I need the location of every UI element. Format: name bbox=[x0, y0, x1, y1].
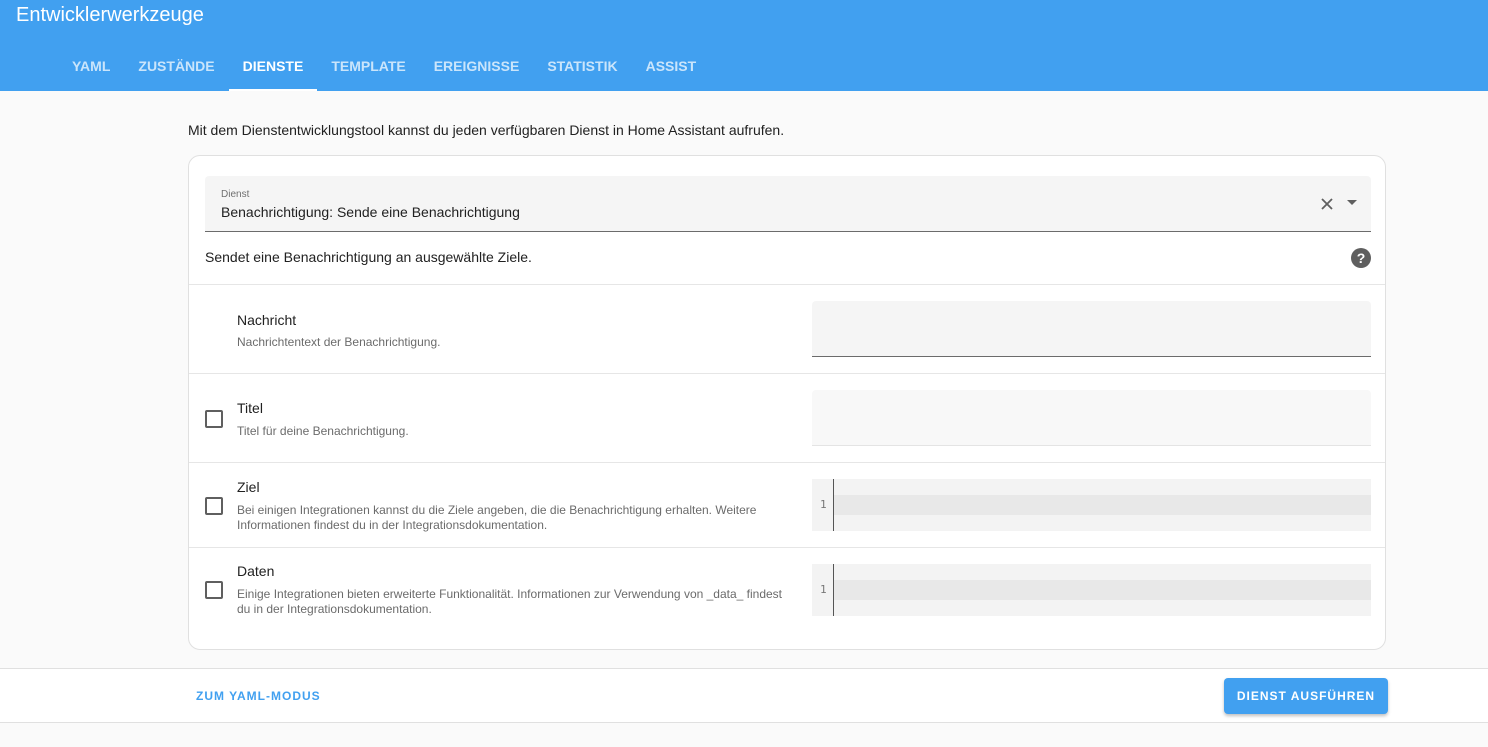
editor-gutter: 1 bbox=[812, 479, 834, 531]
tab-services[interactable]: DIENSTE bbox=[228, 43, 318, 91]
message-input[interactable] bbox=[812, 301, 1371, 357]
tab-bar: YAML ZUSTÄNDE DIENSTE TEMPLATE EREIGNISS… bbox=[58, 43, 710, 91]
service-card: Dienst Benachrichtigung: Sende eine Bena… bbox=[188, 155, 1386, 650]
target-checkbox[interactable] bbox=[205, 497, 223, 515]
line-number: 1 bbox=[820, 498, 827, 511]
tab-template[interactable]: TEMPLATE bbox=[317, 43, 419, 91]
field-title: Titel bbox=[237, 400, 263, 416]
field-description: Einige Integrationen bieten erweiterte F… bbox=[237, 587, 783, 616]
intro-text: Mit dem Dienstentwicklungstool kannst du… bbox=[188, 122, 785, 138]
card-actions: ZUM YAML-MODUS DIENST AUSFÜHREN bbox=[0, 668, 1488, 723]
tab-yaml[interactable]: YAML bbox=[58, 43, 124, 91]
title-input[interactable] bbox=[812, 390, 1371, 446]
field-description: Bei einigen Integrationen kannst du die … bbox=[237, 503, 757, 532]
page-title: Entwicklerwerkzeuge bbox=[16, 4, 204, 26]
tab-events[interactable]: EREIGNISSE bbox=[420, 43, 534, 91]
active-line bbox=[834, 495, 1371, 515]
data-code-editor[interactable]: 1 bbox=[812, 564, 1371, 616]
service-select-value: Benachrichtigung: Sende eine Benachricht… bbox=[221, 204, 520, 220]
tab-assist[interactable]: ASSIST bbox=[632, 43, 711, 91]
data-checkbox[interactable] bbox=[205, 581, 223, 599]
field-row-target: Ziel Bei einigen Integrationen kannst du… bbox=[189, 462, 1385, 547]
service-select-label: Dienst bbox=[221, 189, 250, 200]
field-title: Ziel bbox=[237, 479, 260, 495]
field-row-message: Nachricht Nachrichtentext der Benachrich… bbox=[189, 284, 1385, 373]
service-select[interactable]: Dienst Benachrichtigung: Sende eine Bena… bbox=[205, 176, 1371, 232]
target-code-editor[interactable]: 1 bbox=[812, 479, 1371, 531]
chevron-down-icon[interactable] bbox=[1347, 200, 1357, 205]
tab-states[interactable]: ZUSTÄNDE bbox=[124, 43, 228, 91]
active-line bbox=[834, 580, 1371, 600]
editor-gutter: 1 bbox=[812, 564, 834, 616]
run-service-button[interactable]: DIENST AUSFÜHREN bbox=[1224, 678, 1388, 714]
title-checkbox[interactable] bbox=[205, 410, 223, 428]
field-row-title: Titel Titel für deine Benachrichtigung. bbox=[189, 373, 1385, 462]
service-description: Sendet eine Benachrichtigung an ausgewäh… bbox=[205, 249, 532, 265]
field-description: Nachrichtentext der Benachrichtigung. bbox=[237, 335, 441, 349]
field-row-data: Daten Einige Integrationen bieten erweit… bbox=[189, 547, 1385, 632]
app-header: Entwicklerwerkzeuge YAML ZUSTÄNDE DIENST… bbox=[0, 0, 1488, 91]
yaml-mode-button[interactable]: ZUM YAML-MODUS bbox=[196, 689, 321, 703]
line-number: 1 bbox=[820, 583, 827, 596]
field-description: Titel für deine Benachrichtigung. bbox=[237, 424, 409, 438]
close-icon[interactable] bbox=[1319, 196, 1335, 212]
field-title: Nachricht bbox=[237, 312, 297, 328]
help-icon[interactable]: ? bbox=[1351, 248, 1371, 268]
tab-statistics[interactable]: STATISTIK bbox=[533, 43, 631, 91]
field-title: Daten bbox=[237, 563, 275, 579]
